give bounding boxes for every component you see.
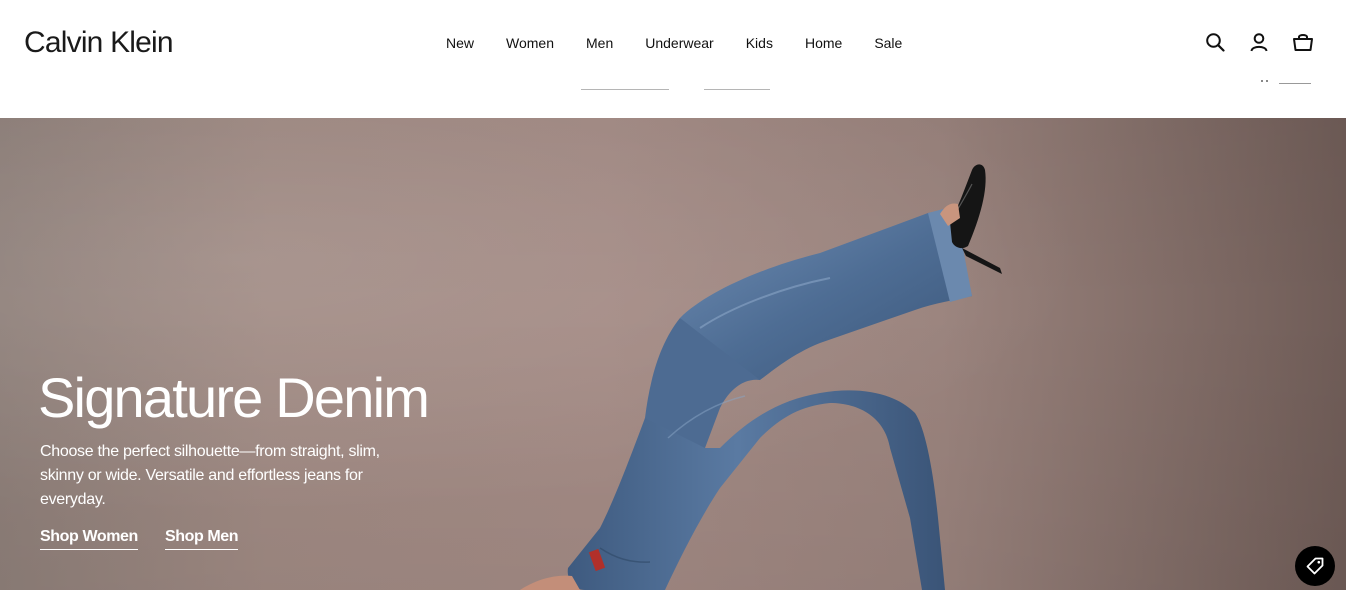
nav-item-new[interactable]: New bbox=[446, 34, 474, 52]
shop-women-link[interactable]: Shop Women bbox=[40, 528, 138, 550]
search-icon[interactable] bbox=[1204, 30, 1226, 54]
nav-item-sale[interactable]: Sale bbox=[874, 34, 902, 52]
shop-men-link[interactable]: Shop Men bbox=[164, 528, 239, 550]
header-actions bbox=[1204, 30, 1314, 54]
promo-tag-button[interactable] bbox=[1295, 546, 1335, 586]
hero-banner[interactable]: Signature Denim Choose the perfect silho… bbox=[0, 118, 1346, 590]
subnav-indicator bbox=[1261, 78, 1311, 84]
tag-icon bbox=[1306, 557, 1324, 575]
hero-title: Signature Denim bbox=[38, 366, 430, 429]
main-nav: New Women Men Underwear Kids Home Sale bbox=[446, 34, 902, 52]
subnav-underline bbox=[581, 89, 669, 90]
nav-item-men[interactable]: Men bbox=[586, 34, 613, 52]
nav-item-home[interactable]: Home bbox=[805, 34, 842, 52]
hero-cta-group: Shop Women Shop Men bbox=[40, 528, 239, 550]
account-icon[interactable] bbox=[1248, 30, 1270, 54]
shopping-bag-icon[interactable] bbox=[1292, 30, 1314, 54]
hero-image-jeans-legs bbox=[520, 164, 1002, 590]
hero-description: Choose the perfect silhouette—from strai… bbox=[40, 443, 380, 508]
nav-item-underwear[interactable]: Underwear bbox=[645, 34, 713, 52]
brand-logo[interactable]: Calvin Klein bbox=[24, 26, 174, 60]
site-header: Calvin Klein New Women Men Underwear Kid… bbox=[0, 0, 1346, 118]
subnav-underline bbox=[704, 89, 770, 90]
nav-item-women[interactable]: Women bbox=[506, 34, 554, 52]
nav-item-kids[interactable]: Kids bbox=[746, 34, 773, 52]
